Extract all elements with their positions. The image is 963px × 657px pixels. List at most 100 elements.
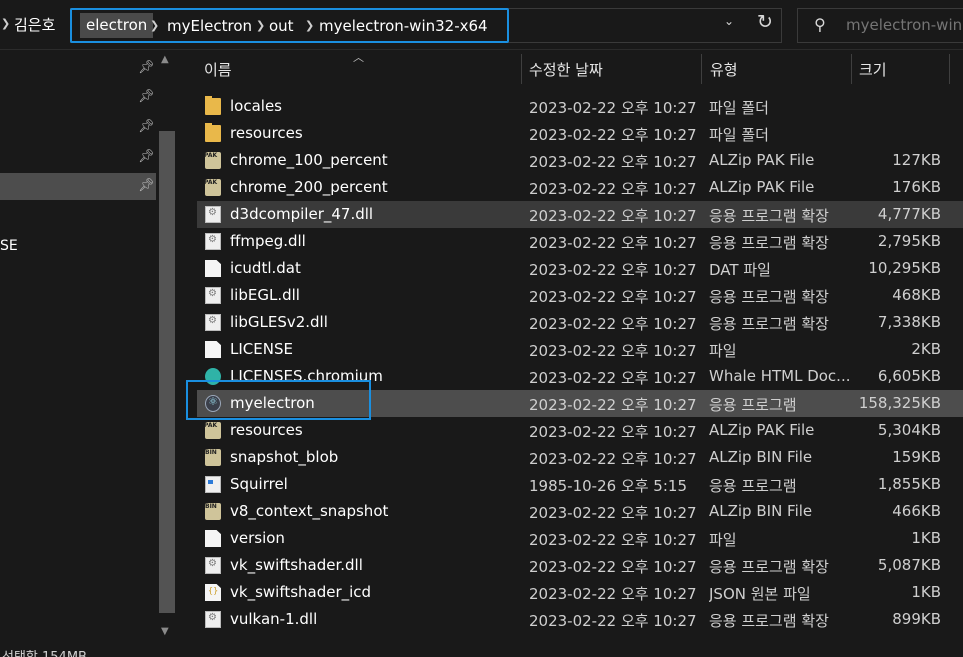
file-date: 2023-02-22 오후 10:27: [529, 126, 697, 144]
pak-file-icon: [204, 422, 221, 439]
file-name: version: [230, 529, 285, 547]
file-size: 899KB: [892, 610, 941, 628]
scroll-down-icon[interactable]: ▼: [161, 626, 169, 637]
file-name: LICENSE: [230, 340, 293, 358]
chevron-right-icon[interactable]: ❯: [1, 17, 10, 30]
column-header-name[interactable]: 이름: [204, 59, 232, 80]
search-box: ⚲: [797, 8, 963, 43]
file-name: v8_context_snapshot: [230, 502, 389, 520]
file-size: 10,295KB: [868, 259, 941, 277]
file-row[interactable]: vk_swiftshader_icd 2023-02-22 오후 10:27 J…: [197, 579, 963, 606]
breadcrumb-segment-electron[interactable]: electron: [80, 13, 154, 38]
file-name: icudtl.dat: [230, 259, 301, 277]
status-bar: 선택함 154MB: [0, 643, 963, 657]
file-row[interactable]: ffmpeg.dll 2023-02-22 오후 10:27 응용 프로그램 확…: [197, 228, 963, 255]
breadcrumb-segment-out[interactable]: out: [269, 17, 294, 35]
file-date: 2023-02-22 오후 10:27: [529, 180, 697, 198]
nav-item[interactable]: SE: [0, 234, 156, 261]
pin-icon: 📌︎: [138, 60, 155, 75]
file-date: 2023-02-22 오후 10:27: [529, 504, 697, 522]
file-size: 5,304KB: [877, 421, 941, 439]
file-date: 2023-02-22 오후 10:27: [529, 315, 697, 333]
column-header-date[interactable]: 수정한 날짜: [529, 59, 603, 80]
exe-file-icon: [205, 476, 221, 493]
file-type: ALZip PAK File: [709, 178, 815, 196]
file-row[interactable]: chrome_100_percent 2023-02-22 오후 10:27 A…: [197, 147, 963, 174]
file-date: 2023-02-22 오후 10:27: [529, 585, 697, 603]
file-type: ALZip PAK File: [709, 421, 815, 439]
chevron-right-icon[interactable]: ❯: [256, 19, 265, 32]
file-row[interactable]: vk_swiftshader.dll 2023-02-22 오후 10:27 응…: [197, 552, 963, 579]
breadcrumb-segment-current[interactable]: myelectron-win32-x64: [319, 17, 488, 35]
file-row[interactable]: Squirrel 1985-10-26 오후 5:15 응용 프로그램 1,85…: [197, 471, 963, 498]
file-row[interactable]: LICENSE 2023-02-22 오후 10:27 파일 2KB: [197, 336, 963, 363]
file-row[interactable]: libGLESv2.dll 2023-02-22 오후 10:27 응용 프로그…: [197, 309, 963, 336]
scroll-up-icon[interactable]: ▲: [161, 54, 169, 65]
column-divider[interactable]: [521, 54, 522, 84]
refresh-icon[interactable]: ↻: [757, 11, 773, 33]
file-row[interactable]: libEGL.dll 2023-02-22 오후 10:27 응용 프로그램 확…: [197, 282, 963, 309]
nav-item-selected[interactable]: 📌︎: [0, 173, 156, 200]
column-divider[interactable]: [851, 54, 852, 84]
file-row[interactable]: snapshot_blob 2023-02-22 오후 10:27 ALZip …: [197, 444, 963, 471]
file-row[interactable]: resources 2023-02-22 오후 10:27 파일 폴더: [197, 120, 963, 147]
chevron-down-icon[interactable]: ⌄: [724, 14, 734, 28]
file-row[interactable]: v8_context_snapshot 2023-02-22 오후 10:27 …: [197, 498, 963, 525]
column-header-size[interactable]: 크기: [859, 59, 887, 80]
breadcrumb: electron ❯ myElectron ❯ out ❯ myelectron…: [70, 8, 509, 43]
address-toolbar: ❯ 김은호 electron ❯ myElectron ❯ out ❯ myel…: [0, 0, 963, 50]
nav-item[interactable]: 📌︎: [0, 144, 156, 171]
file-type: 파일: [709, 342, 737, 360]
nav-item[interactable]: 📌︎: [0, 114, 156, 141]
file-row[interactable]: vulkan-1.dll 2023-02-22 오후 10:27 응용 프로그램…: [197, 606, 963, 633]
chevron-right-icon[interactable]: ❯: [305, 19, 314, 32]
file-size: 176KB: [892, 178, 941, 196]
folder-icon: [205, 123, 221, 142]
breadcrumb-segment-myelectron[interactable]: myElectron: [167, 17, 252, 35]
scrollbar-thumb[interactable]: [159, 131, 175, 613]
pin-icon: 📌︎: [138, 149, 155, 164]
file-row[interactable]: version 2023-02-22 오후 10:27 파일 1KB: [197, 525, 963, 552]
file-type: 응용 프로그램 확장: [709, 558, 829, 576]
file-name: vulkan-1.dll: [230, 610, 318, 628]
file-date: 2023-02-22 오후 10:27: [529, 450, 697, 468]
file-type: 파일 폴더: [709, 99, 769, 117]
file-name: chrome_100_percent: [230, 151, 388, 169]
pin-icon: 📌︎: [138, 89, 155, 104]
file-date: 2023-02-22 오후 10:27: [529, 396, 697, 414]
status-text: 선택함 154MB: [2, 646, 87, 657]
column-divider[interactable]: [949, 54, 950, 84]
file-row[interactable]: chrome_200_percent 2023-02-22 오후 10:27 A…: [197, 174, 963, 201]
highlight-box: [186, 380, 371, 420]
file-row[interactable]: resources 2023-02-22 오후 10:27 ALZip PAK …: [197, 417, 963, 444]
column-header-type[interactable]: 유형: [710, 59, 738, 80]
file-row-hovered[interactable]: d3dcompiler_47.dll 2023-02-22 오후 10:27 응…: [197, 201, 963, 228]
document-icon: [205, 341, 221, 358]
file-date: 2023-02-22 오후 10:27: [529, 153, 697, 171]
file-name: ffmpeg.dll: [230, 232, 306, 250]
bin-file-icon: [205, 449, 221, 466]
nav-scrollbar[interactable]: ▲ ▼: [157, 51, 177, 643]
file-size: 2KB: [911, 340, 941, 358]
file-type: Whale HTML Doc...: [709, 367, 849, 385]
file-date: 2023-02-22 오후 10:27: [529, 288, 697, 306]
column-header-row: ︿ 이름 수정한 날짜 유형 크기: [177, 51, 963, 85]
file-type: ALZip PAK File: [709, 151, 815, 169]
file-size: 1,855KB: [877, 475, 941, 493]
file-date: 2023-02-22 오후 10:27: [529, 423, 697, 441]
chevron-right-icon[interactable]: ❯: [150, 19, 159, 32]
column-divider[interactable]: [701, 54, 702, 84]
file-date: 2023-02-22 오후 10:27: [529, 369, 697, 387]
nav-item[interactable]: 📌︎: [0, 84, 156, 111]
file-type: 파일 폴더: [709, 126, 769, 144]
dll-file-icon: [205, 314, 221, 331]
breadcrumb-user[interactable]: 김은호: [14, 14, 55, 35]
bin-file-icon: [205, 503, 221, 520]
nav-item[interactable]: 📌︎: [0, 55, 156, 82]
file-row[interactable]: icudtl.dat 2023-02-22 오후 10:27 DAT 파일 10…: [197, 255, 963, 282]
file-row[interactable]: locales 2023-02-22 오후 10:27 파일 폴더: [197, 93, 963, 120]
file-name: resources: [230, 124, 303, 142]
search-input[interactable]: [846, 16, 963, 34]
file-date: 2023-02-22 오후 10:27: [529, 558, 697, 576]
document-icon: [205, 530, 221, 547]
